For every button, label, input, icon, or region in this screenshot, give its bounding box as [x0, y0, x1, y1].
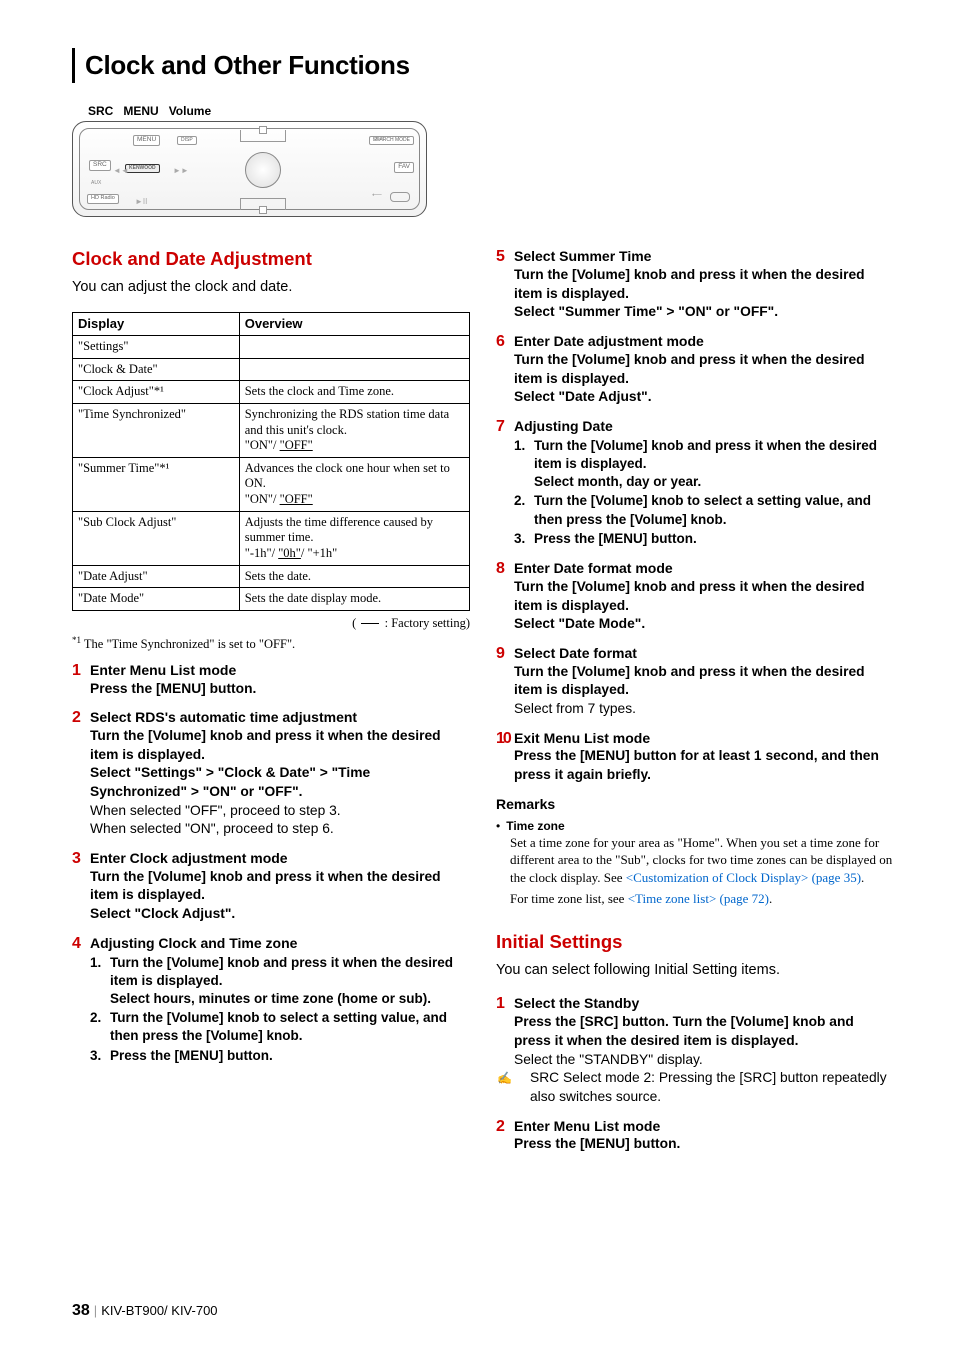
device-labels: SRC MENU Volume	[72, 103, 894, 119]
settings-table: Display Overview "Settings" "Clock & Dat…	[72, 312, 470, 611]
section-heading-initial: Initial Settings	[496, 930, 894, 955]
step-2: 2 Select RDS's automatic time adjustment…	[72, 708, 470, 839]
pencil-icon	[514, 1074, 528, 1084]
step-10: 10 Exit Menu List mode Press the [MENU] …	[496, 729, 894, 785]
step-7: 7 Adjusting Date 1.Turn the [Volume] kno…	[496, 417, 894, 549]
step-1: 1 Enter Menu List mode Press the [MENU] …	[72, 661, 470, 699]
remark-body-2: For time zone list, see <Time zone list>…	[510, 890, 894, 908]
link-customization[interactable]: <Customization of Clock Display> (page 3…	[626, 870, 861, 885]
page-footer: 38|KIV-BT900/ KIV-700	[72, 1300, 218, 1322]
step-3: 3 Enter Clock adjustment mode Turn the […	[72, 849, 470, 924]
remark-bullet: •Time zone	[496, 818, 894, 834]
step-5: 5 Select Summer Time Turn the [Volume] k…	[496, 247, 894, 322]
initial-intro: You can select following Initial Setting…	[496, 961, 894, 981]
init-step-2: 2 Enter Menu List mode Press the [MENU] …	[496, 1117, 894, 1155]
device-illustration: MENU DISP SRC KENWOOD HD Radio AUX ◄◄ ►►…	[72, 121, 427, 217]
remarks-heading: Remarks	[496, 795, 894, 814]
link-timezone-list[interactable]: <Time zone list> (page 72)	[628, 891, 769, 906]
step-8: 8 Enter Date format mode Turn the [Volum…	[496, 559, 894, 634]
asterisk-note: *1 The "Time Synchronized" is set to "OF…	[72, 634, 470, 653]
init-step-1: 1 Select the Standby Press the [SRC] but…	[496, 994, 894, 1106]
step-4: 4 Adjusting Clock and Time zone 1.Turn t…	[72, 934, 470, 1066]
remark-body-1: Set a time zone for your area as "Home".…	[510, 834, 894, 887]
section-intro: You can adjust the clock and date.	[72, 278, 470, 298]
step-9: 9 Select Date format Turn the [Volume] k…	[496, 644, 894, 719]
page-title: Clock and Other Functions	[85, 48, 894, 83]
section-heading-clock: Clock and Date Adjustment	[72, 247, 470, 272]
step-6: 6 Enter Date adjustment mode Turn the [V…	[496, 332, 894, 407]
factory-setting-note: ( : Factory setting)	[72, 615, 470, 632]
